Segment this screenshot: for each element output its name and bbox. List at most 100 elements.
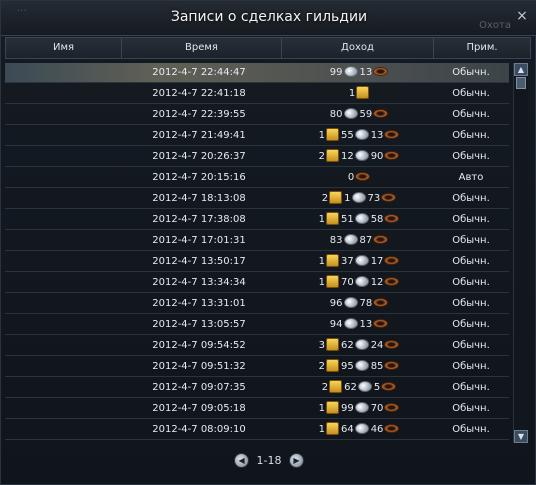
copper-amount: 12 xyxy=(370,277,384,288)
row-income: 99 13 xyxy=(285,63,435,83)
scroll-down-button[interactable]: ▼ xyxy=(514,430,528,443)
copper-coin-icon xyxy=(381,192,397,202)
copper-amount: 5 xyxy=(373,382,381,393)
silver-coin-icon xyxy=(354,401,369,413)
column-header-time[interactable]: Время xyxy=(122,38,282,58)
column-header-name[interactable]: Имя xyxy=(6,38,122,58)
scrollbar[interactable]: ▲ ▼ xyxy=(513,63,528,443)
gold-amount: 1 xyxy=(318,424,325,435)
column-header-note[interactable]: Прим. xyxy=(434,38,530,58)
table-row[interactable]: 2012-4-7 13:31:01 96 78 Обычн. xyxy=(5,294,509,314)
silver-amount: 80 xyxy=(329,109,343,120)
silver-coin-icon xyxy=(354,338,369,350)
table-row[interactable]: 2012-4-7 20:15:16 0 Авто xyxy=(5,168,509,188)
row-note: Обычн. xyxy=(452,193,490,204)
row-time: 2012-4-7 20:26:37 xyxy=(152,151,246,162)
gold-amount: 2 xyxy=(321,193,329,204)
table-row[interactable]: 2012-4-7 13:05:57 94 13 Обычн. xyxy=(5,315,509,335)
copper-coin-icon xyxy=(384,255,400,265)
row-income: 1 64 46 xyxy=(285,420,435,440)
gold-amount: 1 xyxy=(348,88,356,99)
table-row[interactable]: 2012-4-7 18:13:08 2 1 73 Обычн. xyxy=(5,189,509,209)
table-row[interactable]: 2012-4-7 09:51:32 2 95 85 Обычн. xyxy=(5,357,509,377)
silver-coin-icon xyxy=(343,107,358,119)
row-note: Обычн. xyxy=(452,361,490,372)
guild-transactions-window: ... Записи о сделках гильдии Охота × Имя… xyxy=(0,0,536,485)
silver-amount: 64 xyxy=(340,424,354,435)
gold-coin-icon xyxy=(325,400,339,414)
silver-coin-icon xyxy=(343,296,358,308)
row-time: 2012-4-7 18:13:08 xyxy=(152,193,246,204)
column-header-income[interactable]: Доход xyxy=(282,38,434,58)
silver-coin-icon xyxy=(343,317,358,329)
copper-coin-icon xyxy=(373,66,389,76)
close-button[interactable]: × xyxy=(515,9,529,23)
table-row[interactable]: 2012-4-7 17:38:08 1 51 58 Обычн. xyxy=(5,210,509,230)
table-row[interactable]: 2012-4-7 21:49:41 1 55 13 Обычн. xyxy=(5,126,509,146)
title-bar[interactable]: ... Записи о сделках гильдии Охота × xyxy=(1,1,536,36)
table-row[interactable]: 2012-4-7 13:50:17 1 37 17 Обычн. xyxy=(5,252,509,272)
row-note: Обычн. xyxy=(452,130,490,141)
gold-coin-icon xyxy=(325,211,339,225)
copper-amount: 58 xyxy=(370,214,384,225)
table-row[interactable]: 2012-4-7 09:54:52 3 62 24 Обычн. xyxy=(5,336,509,356)
silver-amount: 99 xyxy=(329,67,343,78)
gold-amount: 1 xyxy=(318,277,325,288)
table-row[interactable]: 2012-4-7 13:34:34 1 70 12 Обычн. xyxy=(5,273,509,293)
gold-amount: 1 xyxy=(318,214,325,225)
background-text-right: Охота xyxy=(479,20,511,31)
row-time: 2012-4-7 22:44:47 xyxy=(152,67,246,78)
scroll-thumb[interactable] xyxy=(516,77,526,89)
transactions-list: 2012-4-7 22:44:47 99 13 Обычн. 2012-4-7 22:4… xyxy=(5,63,509,443)
row-time: 2012-4-7 22:39:55 xyxy=(152,109,246,120)
row-time: 2012-4-7 13:50:17 xyxy=(152,256,246,267)
gold-coin-icon xyxy=(329,190,343,204)
prev-page-button[interactable]: ◀ xyxy=(234,453,250,468)
gold-amount: 2 xyxy=(318,151,325,162)
row-note: Обычн. xyxy=(452,256,490,267)
table-row[interactable]: 2012-4-7 20:26:37 2 12 90 Обычн. xyxy=(5,147,509,167)
copper-coin-icon xyxy=(355,171,371,181)
copper-amount: 13 xyxy=(359,319,373,330)
silver-coin-icon xyxy=(354,212,369,224)
row-time: 2012-4-7 17:38:08 xyxy=(152,214,246,225)
silver-amount: 96 xyxy=(329,298,343,309)
silver-amount: 51 xyxy=(340,214,354,225)
table-row[interactable]: 2012-4-7 22:41:18 1 Обычн. xyxy=(5,84,509,104)
next-page-button[interactable]: ▶ xyxy=(288,453,304,468)
scroll-up-button[interactable]: ▲ xyxy=(514,63,528,76)
copper-amount: 87 xyxy=(359,235,373,246)
copper-coin-icon xyxy=(373,297,389,307)
row-income: 1 55 13 xyxy=(285,126,435,146)
silver-coin-icon xyxy=(351,191,366,203)
row-time: 2012-4-7 13:31:01 xyxy=(152,298,246,309)
copper-coin-icon xyxy=(384,339,400,349)
silver-amount: 99 xyxy=(340,403,354,414)
row-income: 94 13 xyxy=(285,315,435,335)
row-income: 2 1 73 xyxy=(285,189,435,209)
copper-coin-icon xyxy=(384,150,400,160)
row-income: 1 37 17 xyxy=(285,252,435,272)
table-row[interactable]: 2012-4-7 08:09:10 1 64 46 Обычн. xyxy=(5,420,509,440)
table-row[interactable]: 2012-4-7 22:44:47 99 13 Обычн. xyxy=(5,63,509,83)
silver-coin-icon xyxy=(354,254,369,266)
row-note: Обычн. xyxy=(452,382,490,393)
table-row[interactable]: 2012-4-7 09:05:18 1 99 70 Обычн. xyxy=(5,399,509,419)
row-note: Обычн. xyxy=(452,88,490,99)
silver-amount: 1 xyxy=(344,193,351,204)
silver-coin-icon xyxy=(343,65,358,77)
row-income: 0 xyxy=(285,168,435,188)
page-label: 1-18 xyxy=(256,454,282,467)
row-time: 2012-4-7 21:49:41 xyxy=(152,130,246,141)
row-income: 3 62 24 xyxy=(285,336,435,356)
gold-coin-icon xyxy=(329,379,343,393)
table-row[interactable]: 2012-4-7 17:01:31 83 87 Обычн. xyxy=(5,231,509,251)
table-row[interactable]: 2012-4-7 22:39:55 80 59 Обычн. xyxy=(5,105,509,125)
gold-coin-icon xyxy=(325,127,339,141)
row-note: Обычн. xyxy=(452,319,490,330)
silver-amount: 55 xyxy=(340,130,354,141)
copper-amount: 17 xyxy=(370,256,384,267)
copper-amount: 59 xyxy=(359,109,373,120)
table-row[interactable]: 2012-4-7 09:07:35 2 62 5 Обычн. xyxy=(5,378,509,398)
silver-amount: 83 xyxy=(329,235,343,246)
